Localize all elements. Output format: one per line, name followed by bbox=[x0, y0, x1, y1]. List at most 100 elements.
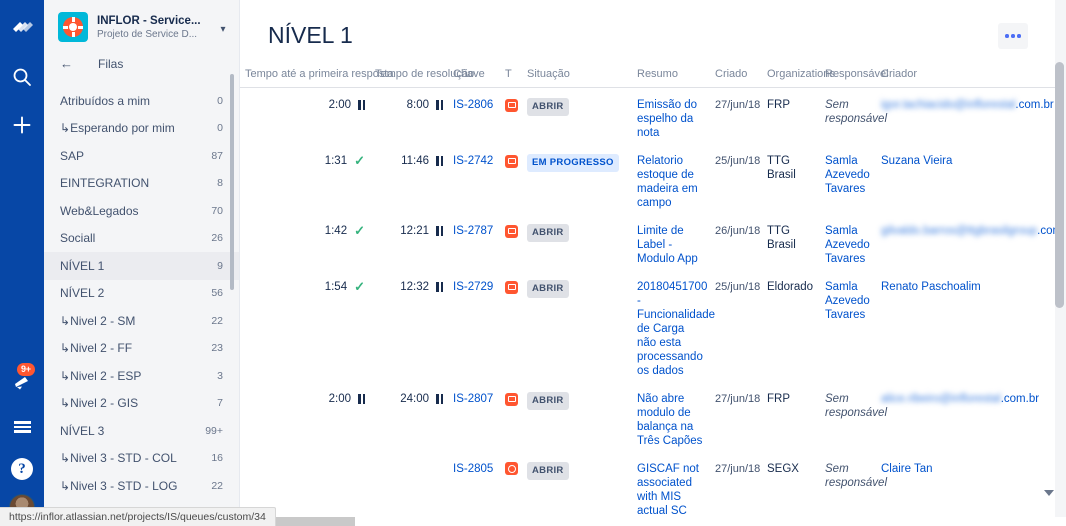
issue-summary-link[interactable]: Relatorio estoque de madeira em campo bbox=[637, 155, 698, 209]
sidebar-item-label: Nivel 2 - FF bbox=[70, 341, 133, 356]
organization-name: TTG Brasil bbox=[767, 155, 796, 181]
creator-link[interactable]: Claire Tan bbox=[881, 463, 933, 475]
resolution-value: 12:21 bbox=[400, 225, 429, 237]
sidebar-item-n-vel-2[interactable]: NÍVEL 2 56 bbox=[44, 280, 239, 308]
creator-link[interactable]: Suzana Vieira bbox=[881, 155, 952, 167]
bug-icon bbox=[505, 392, 518, 406]
cell-first-response: 2:00 bbox=[240, 382, 370, 452]
assignee-link[interactable]: Samla Azevedo Tavares bbox=[825, 281, 870, 321]
jira-logo-icon[interactable] bbox=[9, 16, 35, 42]
col-assignee[interactable]: Responsável bbox=[820, 68, 889, 88]
issue-key-link[interactable]: IS-2729 bbox=[453, 281, 493, 293]
col-key[interactable]: Chave bbox=[448, 68, 500, 88]
sidebar-item-nivel-3-std-log[interactable]: ↳ Nivel 3 - STD - LOG 22 bbox=[44, 472, 239, 500]
cell-creator: Renato Paschoalim bbox=[876, 270, 1052, 382]
sidebar-item-count: 0 bbox=[217, 94, 223, 107]
issue-key-link[interactable]: IS-2805 bbox=[453, 463, 493, 475]
creator-link[interactable]: Renato Paschoalim bbox=[881, 281, 981, 293]
search-icon[interactable] bbox=[9, 64, 35, 90]
table-row[interactable]: IS-2805 ABRIR GISCAF not associated with M… bbox=[240, 452, 1066, 526]
cell-type bbox=[500, 88, 522, 145]
created-date: 26/jun/18 bbox=[715, 225, 761, 237]
cell-creator: alice.ribeiro@inflorestal.com.br bbox=[876, 382, 1052, 452]
sidebar-item-count: 7 bbox=[217, 397, 223, 410]
cell-summary: 20180451700 - Funcionalidade de Carga nã… bbox=[632, 270, 715, 382]
project-header[interactable]: INFLOR - Service... Projeto de Service D… bbox=[44, 0, 239, 52]
help-icon[interactable]: ? bbox=[11, 458, 33, 480]
hamburger-menu-icon[interactable] bbox=[9, 414, 35, 440]
first-response-value: 1:31 bbox=[324, 155, 348, 167]
issue-summary-link[interactable]: 20180451700 - Funcionalidade de Carga nã… bbox=[637, 281, 715, 377]
col-created[interactable]: Criado bbox=[710, 68, 762, 88]
sidebar-item-label: Nivel 2 - SM bbox=[70, 313, 136, 328]
cell-type bbox=[500, 214, 522, 270]
table-row[interactable]: 1:54 ✓ 12:32 IS-2729 ABRIR 20180451700 - Func… bbox=[240, 270, 1066, 382]
col-resolution-time[interactable]: Tempo de resolução bbox=[370, 68, 474, 88]
bell-icon[interactable]: 9+ bbox=[9, 363, 35, 396]
col-status[interactable]: Situação bbox=[522, 68, 632, 88]
cell-organization: FRP bbox=[762, 382, 820, 452]
scroll-down-arrow-icon[interactable] bbox=[1044, 490, 1054, 496]
cell-created: 26/jun/18 bbox=[710, 214, 762, 270]
sidebar-item-count: 87 bbox=[211, 149, 223, 162]
sidebar-item-label: Web&Legados bbox=[60, 203, 139, 218]
sidebar-item-n-vel-3[interactable]: NÍVEL 3 99+ bbox=[44, 417, 239, 445]
issue-summary-link[interactable]: Não abre modulo de balança na Três Capõe… bbox=[637, 393, 702, 447]
col-creator[interactable]: Criador bbox=[876, 68, 1052, 88]
table-row[interactable]: 2:00 8:00 IS-2806 ABRIR Emissão do espelho d… bbox=[240, 88, 1066, 145]
issue-key-link[interactable]: IS-2806 bbox=[453, 99, 493, 111]
table-row[interactable]: 1:42 ✓ 12:21 IS-2787 ABRIR Limite de Label - … bbox=[240, 214, 1066, 270]
sidebar-item-atribu-dos-a-mim[interactable]: Atribuídos a mim 0 bbox=[44, 87, 239, 115]
vertical-scrollbar-thumb[interactable] bbox=[1055, 62, 1064, 308]
organization-name: TTG Brasil bbox=[767, 225, 796, 251]
global-nav-rail: 9+ ? bbox=[0, 0, 44, 526]
sub-item-icon: ↳ bbox=[60, 368, 71, 383]
plus-icon[interactable] bbox=[9, 112, 35, 138]
cell-status: ABRIR bbox=[522, 382, 632, 452]
sidebar-item-web-legados[interactable]: Web&Legados 70 bbox=[44, 197, 239, 225]
sub-item-icon: ↳ bbox=[60, 341, 71, 356]
issue-key-link[interactable]: IS-2742 bbox=[453, 155, 493, 167]
cell-summary: Limite de Label - Modulo App bbox=[632, 214, 710, 270]
sidebar-scrollbar[interactable] bbox=[230, 74, 234, 290]
col-organizations[interactable]: Organizations bbox=[762, 68, 835, 88]
cell-creator: Claire Tan bbox=[876, 452, 1052, 526]
more-actions-button[interactable] bbox=[998, 23, 1028, 49]
sidebar-item-nivel-2-gis[interactable]: ↳ Nivel 2 - GIS 7 bbox=[44, 390, 239, 418]
col-type[interactable]: T bbox=[500, 68, 522, 88]
table-row[interactable]: 1:31 ✓ 11:46 IS-2742 EM PROGRESSO Relatorio e… bbox=[240, 144, 1066, 214]
issue-summary-link[interactable]: Limite de Label - Modulo App bbox=[637, 225, 698, 265]
assignee-link[interactable]: Samla Azevedo Tavares bbox=[825, 155, 870, 195]
assignee-link[interactable]: Samla Azevedo Tavares bbox=[825, 225, 870, 265]
sidebar-item-n-vel-1[interactable]: NÍVEL 1 9 bbox=[44, 252, 239, 280]
issue-summary-link[interactable]: Emissão do espelho da nota bbox=[637, 99, 697, 139]
cell-assignee: Sem responsável bbox=[820, 452, 887, 526]
issue-key-link[interactable]: IS-2787 bbox=[453, 225, 493, 237]
back-arrow-icon[interactable]: ← bbox=[60, 56, 80, 71]
sidebar-item-nivel-2-esp[interactable]: ↳ Nivel 2 - ESP 3 bbox=[44, 362, 239, 390]
cell-creator: gilvaldo.barros@ttgbrasilgroup.com bbox=[876, 214, 1062, 270]
first-response-value: 2:00 bbox=[328, 99, 351, 111]
status-badge: ABRIR bbox=[527, 462, 569, 480]
chevron-down-icon[interactable]: ▾ bbox=[215, 20, 231, 35]
sidebar-item-esperando-por-mim[interactable]: ↳ Esperando por mim 0 bbox=[44, 115, 239, 143]
creator-redacted: igor.tachiacido@inflorestal bbox=[881, 99, 1016, 111]
organization-name: FRP bbox=[767, 393, 790, 405]
status-badge: ABRIR bbox=[527, 224, 569, 242]
sidebar-item-sociall[interactable]: Sociall 26 bbox=[44, 225, 239, 253]
cell-resolution-time bbox=[370, 452, 448, 526]
queues-nav-row[interactable]: ← Filas bbox=[44, 52, 239, 79]
sidebar-item-nivel-3-std-col[interactable]: ↳ Nivel 3 - STD - COL 16 bbox=[44, 445, 239, 473]
issue-key-link[interactable]: IS-2807 bbox=[453, 393, 493, 405]
sidebar-item-eintegration[interactable]: EINTEGRATION 8 bbox=[44, 170, 239, 198]
col-summary[interactable]: Resumo bbox=[632, 68, 710, 88]
sidebar-item-nivel-2-sm[interactable]: ↳ Nivel 2 - SM 22 bbox=[44, 307, 239, 335]
table-row[interactable]: 2:00 24:00 IS-2807 ABRIR Não abre modulo de … bbox=[240, 382, 1066, 452]
col-first-response[interactable]: Tempo até a primeira resposta bbox=[240, 68, 394, 88]
sidebar-item-nivel-2-ff[interactable]: ↳ Nivel 2 - FF 23 bbox=[44, 335, 239, 363]
sidebar-item-count: 23 bbox=[211, 342, 223, 355]
cell-status: EM PROGRESSO bbox=[522, 144, 632, 214]
cell-summary: Relatorio estoque de madeira em campo bbox=[632, 144, 710, 214]
sidebar-item-sap[interactable]: SAP 87 bbox=[44, 142, 239, 170]
pause-icon bbox=[436, 282, 443, 292]
